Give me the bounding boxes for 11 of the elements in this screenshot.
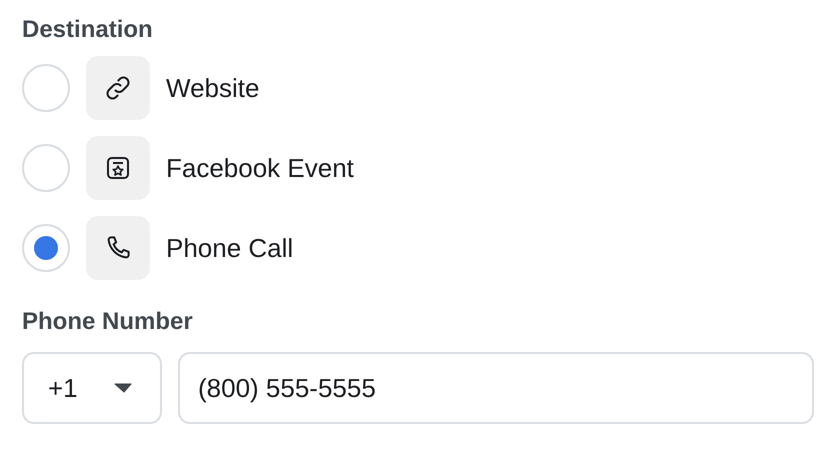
radio-button[interactable] bbox=[22, 224, 70, 272]
section-heading: Destination bbox=[22, 15, 153, 45]
radio-button[interactable] bbox=[22, 144, 70, 192]
country-code-dropdown[interactable]: +1 bbox=[22, 352, 162, 424]
radio-button[interactable] bbox=[22, 64, 70, 112]
option-label[interactable]: Phone Call bbox=[166, 228, 294, 268]
option-label[interactable]: Facebook Event bbox=[166, 148, 354, 188]
option-label[interactable]: Website bbox=[166, 68, 260, 108]
phone-input-field[interactable]: (800) 555-5555 bbox=[178, 352, 814, 424]
field-label: Phone Number bbox=[22, 307, 193, 337]
caret-icon bbox=[114, 383, 132, 393]
